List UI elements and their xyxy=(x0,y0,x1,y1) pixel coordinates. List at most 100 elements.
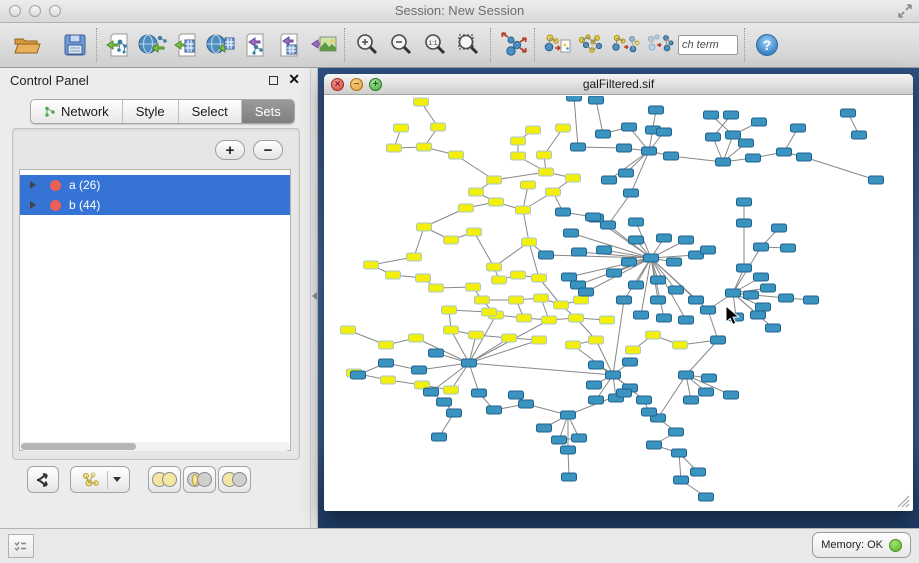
graph-node[interactable] xyxy=(629,236,644,244)
graph-node[interactable] xyxy=(619,169,634,177)
graph-node[interactable] xyxy=(542,316,557,324)
graph-node[interactable] xyxy=(572,434,587,442)
graph-node[interactable] xyxy=(566,174,581,182)
graph-node[interactable] xyxy=(724,111,739,119)
graph-node[interactable] xyxy=(409,334,424,342)
graph-node[interactable] xyxy=(667,258,682,266)
import-network-file-button[interactable] xyxy=(102,28,136,62)
zoom-out-button[interactable] xyxy=(384,28,418,62)
graph-node[interactable] xyxy=(674,476,689,484)
graph-node[interactable] xyxy=(841,109,856,117)
graph-node[interactable] xyxy=(761,284,776,292)
venn-difference-button[interactable] xyxy=(218,466,251,493)
graph-node[interactable] xyxy=(589,336,604,344)
graph-node[interactable] xyxy=(637,396,652,404)
graph-node[interactable] xyxy=(617,389,632,397)
graph-node[interactable] xyxy=(699,493,714,501)
tab-network[interactable]: Network xyxy=(31,100,123,123)
graph-node[interactable] xyxy=(412,366,427,374)
graph-node[interactable] xyxy=(617,296,632,304)
graph-node[interactable] xyxy=(642,147,657,155)
subtract-networks-button[interactable] xyxy=(642,28,676,62)
graph-node[interactable] xyxy=(381,376,396,384)
graph-node[interactable] xyxy=(642,408,657,416)
graph-node[interactable] xyxy=(487,176,502,184)
graph-node[interactable] xyxy=(673,341,688,349)
expand-arrow-icon[interactable] xyxy=(30,201,36,209)
graph-node[interactable] xyxy=(589,396,604,404)
graph-node[interactable] xyxy=(852,131,867,139)
graph-node[interactable] xyxy=(537,424,552,432)
graph-node[interactable] xyxy=(532,336,547,344)
graph-node[interactable] xyxy=(672,449,687,457)
graph-node[interactable] xyxy=(797,153,812,161)
graph-node[interactable] xyxy=(467,228,482,236)
graph-node[interactable] xyxy=(539,251,554,259)
horizontal-scrollbar[interactable] xyxy=(20,442,290,451)
graph-node[interactable] xyxy=(416,274,431,282)
set-row-b[interactable]: b (44) xyxy=(20,195,290,215)
graph-node[interactable] xyxy=(511,152,526,160)
venn-union-button[interactable] xyxy=(148,466,181,493)
graph-node[interactable] xyxy=(657,314,672,322)
remove-set-button[interactable]: − xyxy=(253,140,283,160)
venn-intersection-button[interactable] xyxy=(183,466,216,493)
graph-node[interactable] xyxy=(651,276,666,284)
tab-select[interactable]: Select xyxy=(179,100,242,123)
graph-node[interactable] xyxy=(622,123,637,131)
tab-style[interactable]: Style xyxy=(123,100,179,123)
graph-node[interactable] xyxy=(607,269,622,277)
graph-node[interactable] xyxy=(509,296,524,304)
import-table-file-button[interactable] xyxy=(170,28,204,62)
union-networks-button[interactable] xyxy=(574,28,608,62)
graph-node[interactable] xyxy=(429,349,444,357)
graph-node[interactable] xyxy=(651,296,666,304)
graph-node[interactable] xyxy=(379,341,394,349)
zoom-fit-button[interactable] xyxy=(452,28,486,62)
graph-node[interactable] xyxy=(623,358,638,366)
graph-node[interactable] xyxy=(567,96,582,101)
graph-node[interactable] xyxy=(679,371,694,379)
graph-node[interactable] xyxy=(521,181,536,189)
graph-node[interactable] xyxy=(414,98,429,106)
save-session-button[interactable] xyxy=(58,28,92,62)
graph-node[interactable] xyxy=(562,473,577,481)
graph-node[interactable] xyxy=(469,188,484,196)
graph-node[interactable] xyxy=(561,446,576,454)
graph-node[interactable] xyxy=(779,294,794,302)
graph-node[interactable] xyxy=(657,234,672,242)
graph-node[interactable] xyxy=(751,311,766,319)
graph-node[interactable] xyxy=(684,396,699,404)
graph-node[interactable] xyxy=(417,223,432,231)
graph-node[interactable] xyxy=(716,158,731,166)
zoom-in-button[interactable] xyxy=(350,28,384,62)
graph-node[interactable] xyxy=(487,406,502,414)
graph-node[interactable] xyxy=(679,236,694,244)
graph-node[interactable] xyxy=(444,326,459,334)
expand-arrow-icon[interactable] xyxy=(30,181,36,189)
network-canvas[interactable] xyxy=(326,96,911,509)
import-table-web-button[interactable] xyxy=(204,28,238,62)
task-history-button[interactable] xyxy=(8,534,34,558)
graph-node[interactable] xyxy=(617,144,632,152)
graph-node[interactable] xyxy=(726,289,741,297)
graph-node[interactable] xyxy=(739,139,754,147)
scrollbar-thumb[interactable] xyxy=(21,443,136,450)
graph-node[interactable] xyxy=(701,306,716,314)
graph-node[interactable] xyxy=(502,334,517,342)
graph-node[interactable] xyxy=(754,273,769,281)
graph-node[interactable] xyxy=(869,176,884,184)
graph-node[interactable] xyxy=(449,151,464,159)
graph-node[interactable] xyxy=(539,168,554,176)
graph-node[interactable] xyxy=(556,208,571,216)
apply-layout-button[interactable] xyxy=(496,28,530,62)
graph-node[interactable] xyxy=(804,296,819,304)
diff-networks-button[interactable] xyxy=(540,28,574,62)
graph-node[interactable] xyxy=(572,248,587,256)
graph-node[interactable] xyxy=(589,361,604,369)
graph-node[interactable] xyxy=(737,219,752,227)
network-frame-titlebar[interactable]: × − + galFiltered.sif xyxy=(324,74,913,95)
export-table-button[interactable] xyxy=(272,28,306,62)
add-set-button[interactable]: + xyxy=(215,140,245,160)
graph-node[interactable] xyxy=(777,148,792,156)
